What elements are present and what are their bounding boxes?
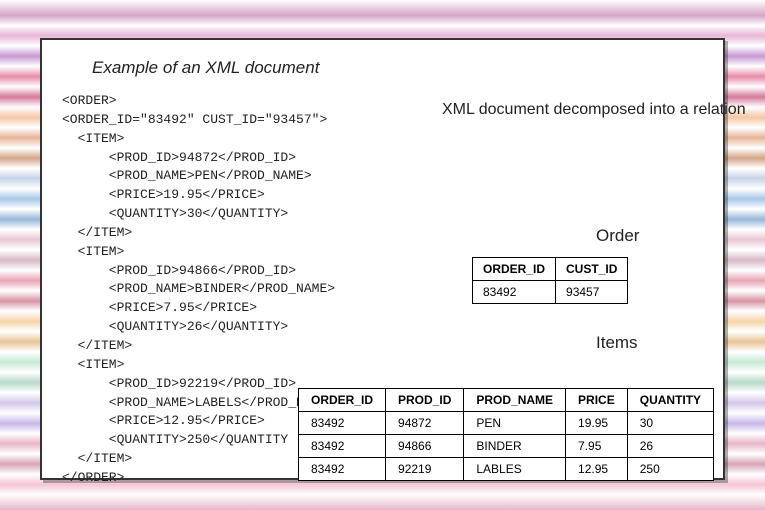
table-cell: 30 [627,412,713,435]
table-header: PROD_ID [386,389,464,412]
items-table: ORDER_IDPROD_IDPROD_NAMEPRICEQUANTITY 83… [298,388,714,481]
table-cell: 94872 [386,412,464,435]
table-cell: BINDER [464,435,566,458]
table-cell: 92219 [386,458,464,481]
table-header: ORDER_ID [473,258,556,281]
table-cell: 83492 [299,458,386,481]
order-table-label: Order [596,226,639,246]
table-header: ORDER_ID [299,389,386,412]
table-cell: 83492 [299,435,386,458]
table-cell: LABLES [464,458,566,481]
table-cell: 250 [627,458,713,481]
table-cell: 12.95 [566,458,628,481]
table-cell: 83492 [473,281,556,304]
table-header: PROD_NAME [464,389,566,412]
table-cell: 19.95 [566,412,628,435]
table-cell: 7.95 [566,435,628,458]
annotation-text: XML document decomposed into a relation [442,100,746,121]
table-row: 8349293457 [473,281,628,304]
table-row: 8349292219LABLES12.95250 [299,458,714,481]
table-cell: PEN [464,412,566,435]
table-header: PRICE [566,389,628,412]
table-header: QUANTITY [627,389,713,412]
table-row: 8349294872PEN19.9530 [299,412,714,435]
table-header: CUST_ID [556,258,628,281]
slide-title: Example of an XML document [92,58,703,78]
order-table: ORDER_IDCUST_ID 8349293457 [472,257,628,304]
table-row: 8349294866BINDER7.9526 [299,435,714,458]
items-table-label: Items [596,333,638,353]
table-cell: 93457 [556,281,628,304]
table-cell: 83492 [299,412,386,435]
table-cell: 94866 [386,435,464,458]
table-cell: 26 [627,435,713,458]
